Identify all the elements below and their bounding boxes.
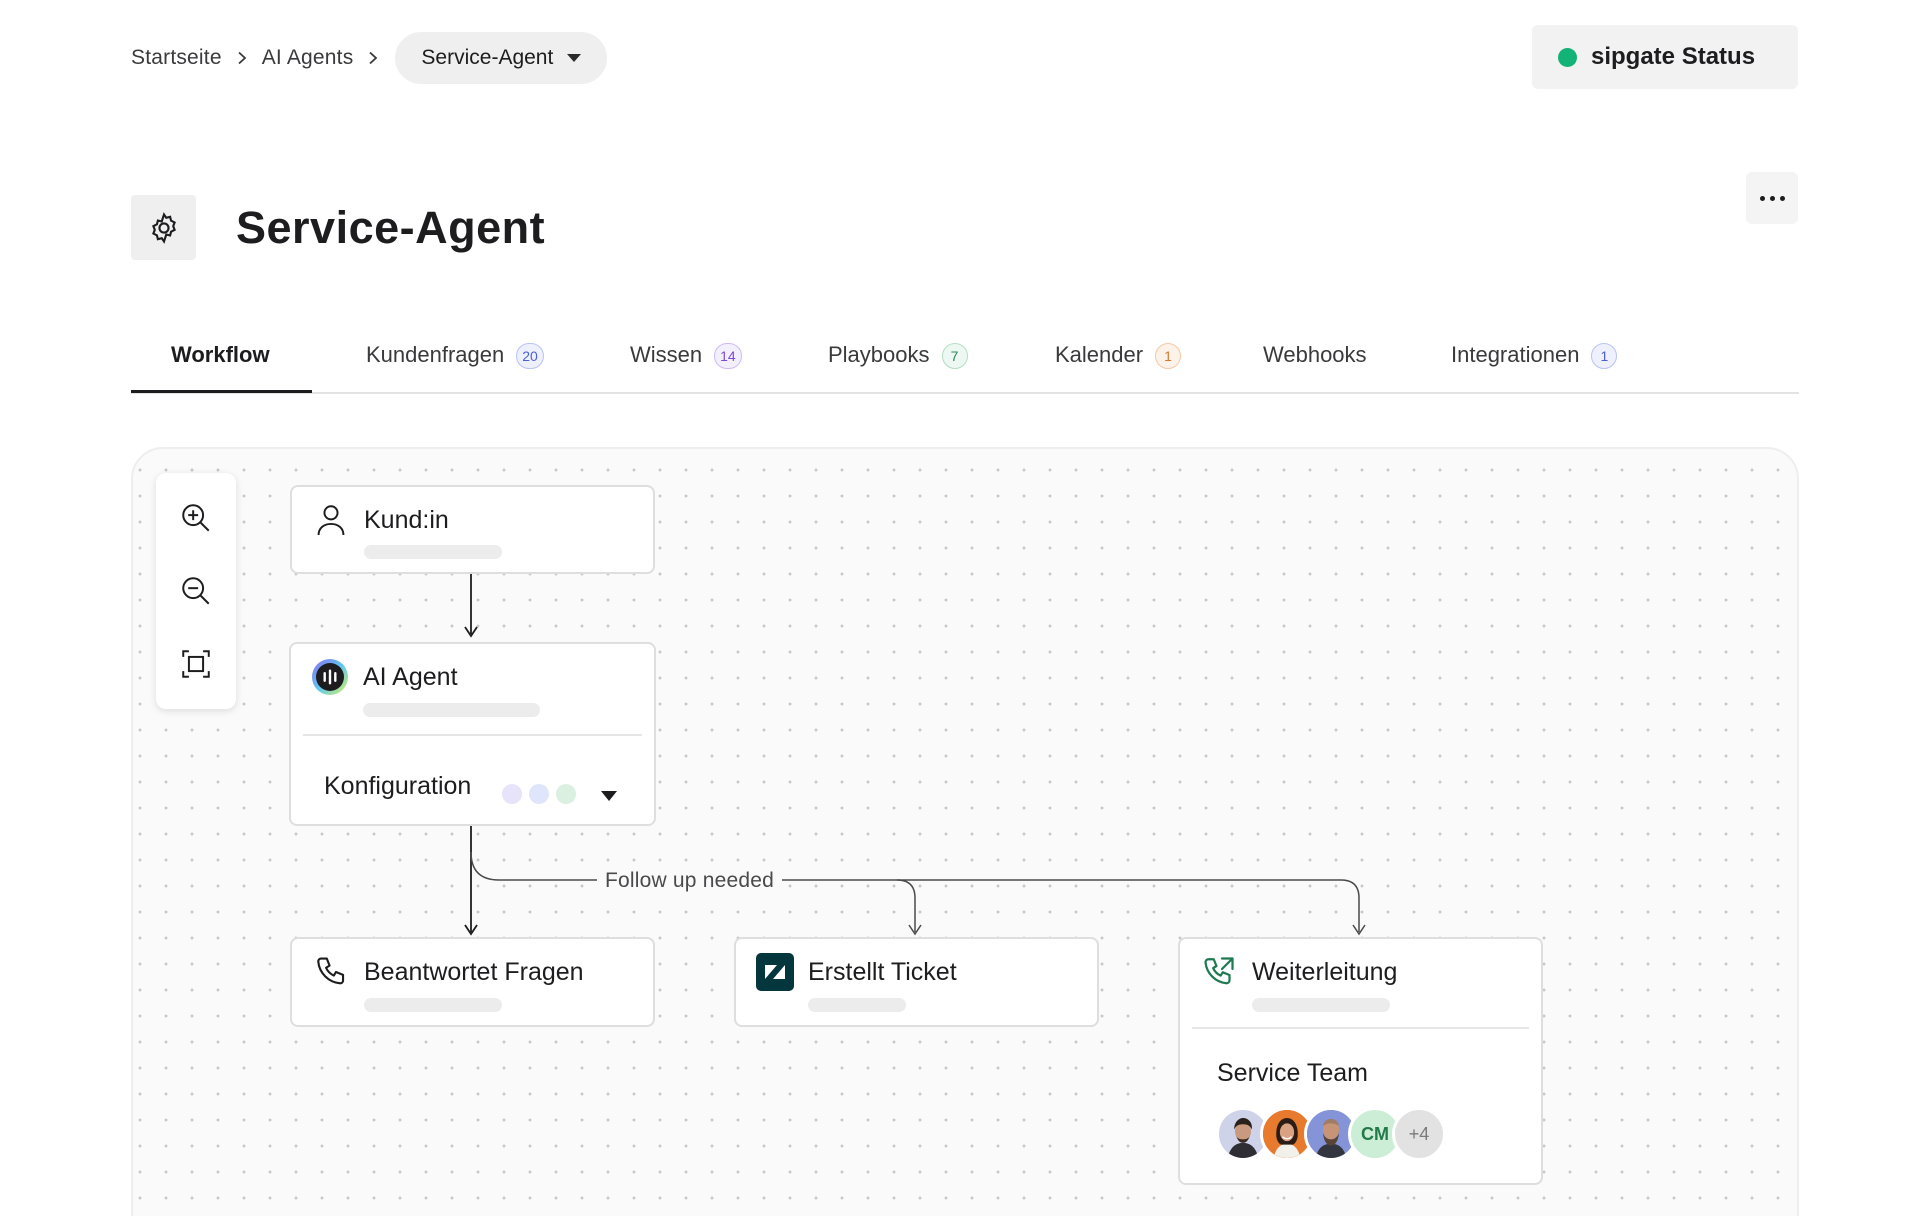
zoom-out-button[interactable]	[174, 569, 218, 613]
tab-workflow[interactable]: Workflow	[171, 330, 270, 394]
node-forwarding[interactable]: Weiterleitung Service Team CM +4	[1178, 937, 1543, 1185]
node-header: Erstellt Ticket	[756, 953, 957, 991]
zoom-controls	[156, 473, 236, 709]
node-divider	[303, 734, 642, 736]
phone-forward-icon	[1200, 953, 1238, 991]
chevron-right-icon	[353, 51, 393, 65]
node-title: Erstellt Ticket	[808, 957, 957, 986]
node-create-ticket[interactable]: Erstellt Ticket	[734, 937, 1099, 1027]
status-dot-icon	[1558, 47, 1577, 67]
tab-label: Playbooks	[828, 342, 930, 367]
status-button[interactable]: sipgate Status	[1532, 25, 1798, 89]
config-status-dots	[502, 784, 576, 804]
tab-kundenfragen[interactable]: Kundenfragen 20	[366, 330, 544, 394]
settings-button[interactable]	[131, 195, 196, 260]
config-dot	[529, 784, 549, 804]
skeleton-line	[808, 998, 906, 1012]
tab-label: Wissen	[630, 342, 703, 367]
ai-agent-logo-icon	[311, 658, 349, 696]
breadcrumb-ai-agents[interactable]: AI Agents	[262, 46, 354, 70]
config-dot	[502, 784, 522, 804]
user-icon	[312, 501, 350, 539]
node-customer[interactable]: Kund:in	[290, 485, 655, 574]
node-title: Beantwortet Fragen	[364, 957, 584, 986]
tab-label: Workflow	[171, 342, 270, 367]
fit-view-icon	[182, 650, 210, 679]
avatar-more-count[interactable]: +4	[1392, 1107, 1446, 1161]
tab-playbooks[interactable]: Playbooks 7	[828, 330, 968, 394]
skeleton-line	[1252, 998, 1390, 1012]
count-badge: 20	[516, 343, 544, 369]
node-ai-agent[interactable]: AI Agent Konfiguration	[289, 642, 656, 826]
node-title: Kund:in	[364, 505, 449, 534]
breadcrumb-current: Service-Agent	[421, 46, 554, 69]
tab-wissen[interactable]: Wissen 14	[630, 330, 742, 394]
breadcrumb: Startseite AI Agents Service-Agent	[131, 32, 608, 84]
phone-icon	[312, 953, 350, 991]
tab-kalender[interactable]: Kalender 1	[1055, 330, 1182, 394]
node-title: Weiterleitung	[1252, 957, 1398, 986]
tab-label: Kundenfragen	[366, 342, 505, 367]
team-label: Service Team	[1217, 1059, 1368, 1087]
skeleton-line	[364, 998, 502, 1012]
node-header: AI Agent	[311, 658, 458, 696]
count-badge: 1	[1155, 343, 1182, 369]
chevron-right-icon	[222, 51, 262, 65]
count-badge: 7	[941, 343, 968, 369]
dot	[1769, 195, 1775, 201]
config-label: Konfiguration	[324, 772, 472, 800]
tab-bar: Workflow Kundenfragen 20 Wissen 14 Playb…	[131, 330, 1799, 394]
more-options-button[interactable]	[1746, 172, 1798, 224]
node-title: AI Agent	[363, 662, 458, 691]
node-answer-questions[interactable]: Beantwortet Fragen	[290, 937, 655, 1027]
tab-webhooks[interactable]: Webhooks	[1263, 330, 1367, 394]
status-label: sipgate Status	[1591, 43, 1756, 70]
config-dot	[556, 784, 576, 804]
fit-view-button[interactable]	[174, 642, 218, 686]
dot	[1779, 195, 1785, 201]
node-header: Kund:in	[312, 501, 449, 539]
node-divider	[1192, 1027, 1529, 1029]
breadcrumb-agent-dropdown[interactable]: Service-Agent	[395, 32, 608, 84]
zendesk-logo-icon	[756, 953, 794, 991]
tab-label: Webhooks	[1263, 342, 1367, 367]
skeleton-line	[363, 703, 540, 717]
zoom-in-button[interactable]	[174, 496, 218, 540]
zoom-in-icon	[182, 503, 210, 532]
tab-integrationen[interactable]: Integrationen 1	[1451, 330, 1618, 394]
gear-icon	[151, 211, 176, 244]
tab-label: Integrationen	[1451, 342, 1580, 367]
count-badge: 1	[1591, 343, 1618, 369]
page-title: Service-Agent	[236, 202, 546, 253]
team-avatars: CM +4	[1216, 1107, 1446, 1161]
skeleton-line	[364, 545, 502, 559]
count-badge: 14	[714, 343, 742, 369]
node-header: Weiterleitung	[1200, 953, 1397, 991]
zoom-out-icon	[182, 577, 210, 605]
edge-label-follow-up: Follow up needed	[597, 869, 782, 893]
dot	[1759, 195, 1765, 201]
breadcrumb-startseite[interactable]: Startseite	[131, 46, 222, 70]
caret-down-icon[interactable]	[601, 791, 617, 801]
tab-label: Kalender	[1055, 342, 1144, 367]
active-tab-indicator	[131, 390, 312, 393]
caret-down-icon	[567, 54, 582, 62]
node-header: Beantwortet Fragen	[312, 953, 584, 991]
config-dropdown[interactable]: Konfiguration	[324, 772, 471, 801]
